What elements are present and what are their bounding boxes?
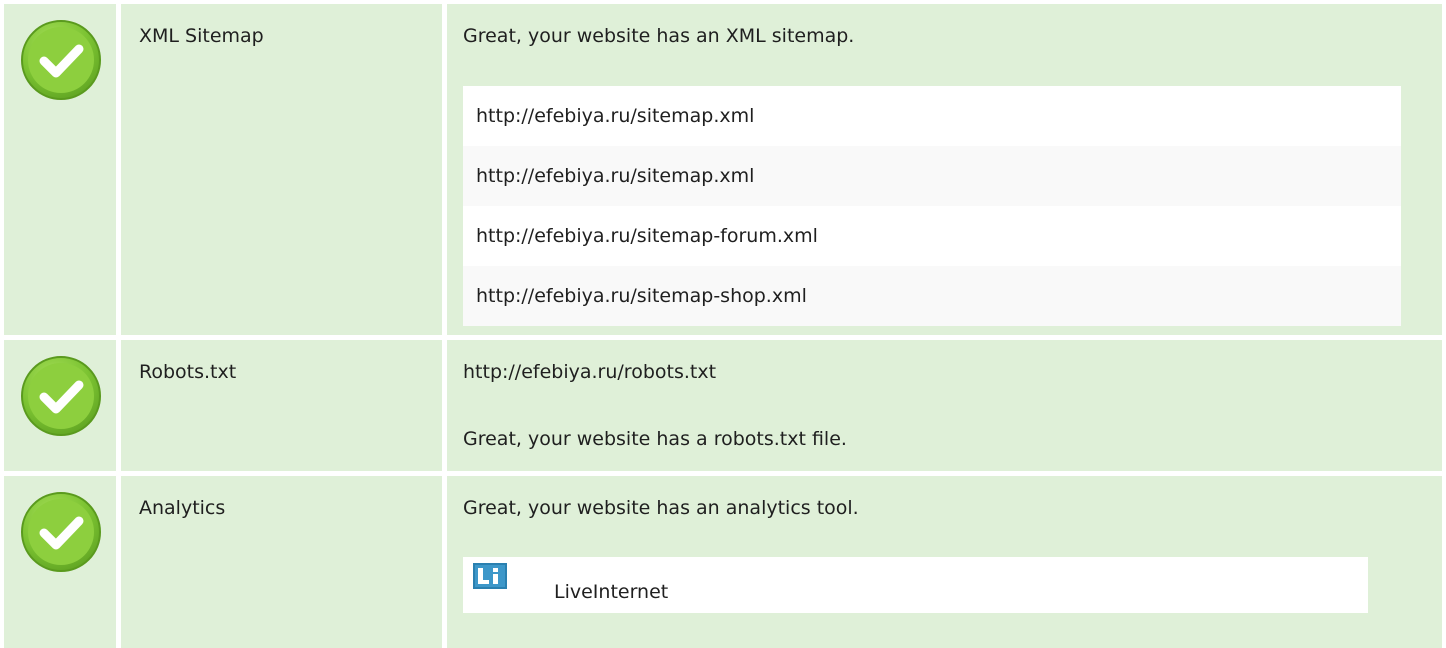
sitemap-url-item: http://efebiya.ru/sitemap-shop.xml [463,266,1401,326]
sitemap-url-list: http://efebiya.ru/sitemap.xml http://efe… [463,86,1401,326]
checkmark-circle-icon [20,355,102,437]
check-detail-cell: Great, your website has an XML sitemap. … [447,4,1442,335]
status-cell [4,340,116,471]
sitemap-url-item: http://efebiya.ru/sitemap.xml [463,146,1401,206]
status-cell [4,4,116,335]
check-name-cell: XML Sitemap [121,4,442,335]
liveinternet-logo-icon [473,563,507,589]
check-message: Great, your website has an analytics too… [463,497,859,519]
check-row-xml-sitemap: XML Sitemap Great, your website has an X… [4,4,1442,335]
sitemap-url-item: http://efebiya.ru/sitemap.xml [463,86,1401,146]
check-row-analytics: Analytics Great, your website has an ana… [4,476,1442,648]
check-detail-cell: Great, your website has an analytics too… [447,476,1442,648]
check-label: Analytics [139,497,226,519]
check-message: Great, your website has a robots.txt fil… [463,428,847,450]
check-row-robots-txt: Robots.txt http://efebiya.ru/robots.txt … [4,340,1442,471]
analytics-tool-name: LiveInternet [554,581,669,603]
check-label: Robots.txt [139,361,237,383]
checkmark-circle-icon [20,491,102,573]
analytics-tool-item: LiveInternet [463,557,1368,613]
check-name-cell: Robots.txt [121,340,442,471]
checkmark-circle-icon [20,19,102,101]
check-label: XML Sitemap [139,25,264,47]
status-cell [4,476,116,648]
check-message: Great, your website has an XML sitemap. [463,25,855,47]
check-name-cell: Analytics [121,476,442,648]
robots-url: http://efebiya.ru/robots.txt [463,361,717,383]
sitemap-url-item: http://efebiya.ru/sitemap-forum.xml [463,206,1401,266]
check-detail-cell: http://efebiya.ru/robots.txt Great, your… [447,340,1442,471]
